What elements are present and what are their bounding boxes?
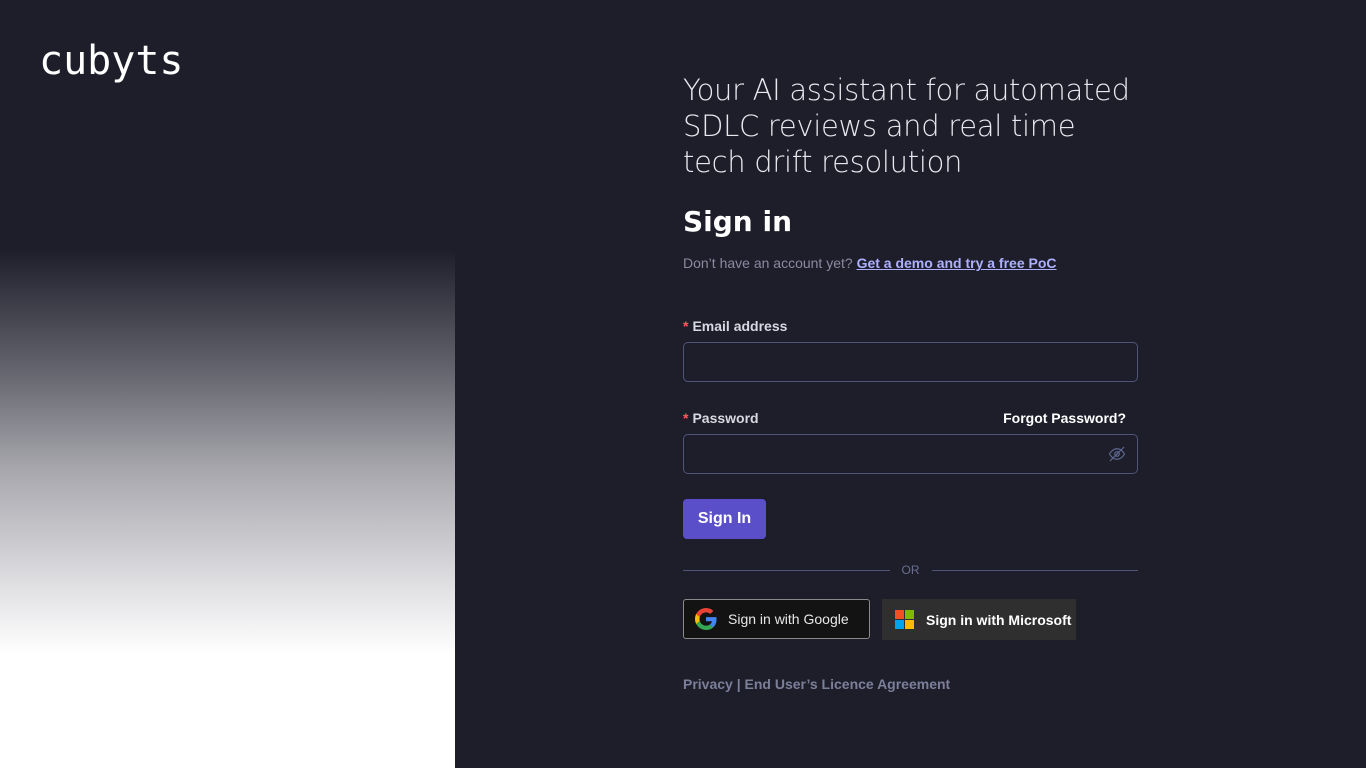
google-signin-label: Sign in with Google bbox=[728, 611, 849, 627]
required-marker: * bbox=[683, 410, 689, 426]
sign-in-button[interactable]: Sign In bbox=[683, 499, 766, 539]
password-input[interactable] bbox=[684, 435, 1128, 471]
password-label-row: * Password Forgot Password? bbox=[683, 408, 1138, 428]
email-input-box bbox=[683, 342, 1138, 382]
microsoft-signin-button[interactable]: Sign in with Microsoft bbox=[882, 599, 1076, 640]
tagline: Your AI assistant for automated SDLC rev… bbox=[683, 73, 1130, 179]
email-input[interactable] bbox=[684, 343, 1128, 379]
footer-separator: | bbox=[736, 676, 741, 692]
divider-line bbox=[683, 569, 890, 571]
signin-panel: Your AI assistant for automated SDLC rev… bbox=[455, 0, 1366, 768]
eula-link[interactable]: End User’s Licence Agreement bbox=[745, 676, 951, 692]
no-account-line: Don’t have an account yet? Get a demo an… bbox=[683, 253, 1138, 273]
email-label-row: * Email address bbox=[683, 316, 1138, 336]
forgot-password-link[interactable]: Forgot Password? bbox=[1003, 408, 1126, 428]
social-signin: Sign in with Google Sign in with Microso… bbox=[683, 599, 1138, 640]
cubyts-logo: cubyts bbox=[39, 38, 184, 84]
password-input-box bbox=[683, 434, 1138, 474]
or-divider: OR bbox=[683, 563, 1138, 577]
microsoft-logo-icon bbox=[895, 610, 914, 629]
password-label-text: Password bbox=[692, 410, 759, 426]
eye-off-icon[interactable] bbox=[1108, 445, 1126, 463]
divider-text: OR bbox=[901, 563, 920, 577]
email-label: * Email address bbox=[683, 316, 787, 336]
legal-footer: Privacy | End User’s Licence Agreement bbox=[683, 676, 1138, 692]
get-demo-link[interactable]: Get a demo and try a free PoC bbox=[857, 255, 1057, 271]
privacy-link[interactable]: Privacy bbox=[683, 676, 733, 692]
login-page: cubyts Your AI assistant for automated S… bbox=[0, 0, 1366, 768]
email-label-text: Email address bbox=[692, 318, 788, 334]
signin-form: Your AI assistant for automated SDLC rev… bbox=[683, 72, 1138, 692]
password-label: * Password bbox=[683, 408, 759, 428]
signin-title: Sign in bbox=[683, 205, 793, 238]
google-logo-icon bbox=[695, 608, 717, 630]
google-signin-button[interactable]: Sign in with Google bbox=[683, 599, 870, 639]
microsoft-signin-label: Sign in with Microsoft bbox=[926, 611, 1072, 628]
required-marker: * bbox=[683, 318, 689, 334]
brand-panel: cubyts bbox=[0, 0, 455, 768]
divider-line bbox=[931, 569, 1138, 571]
no-account-text: Don’t have an account yet? bbox=[683, 255, 853, 271]
